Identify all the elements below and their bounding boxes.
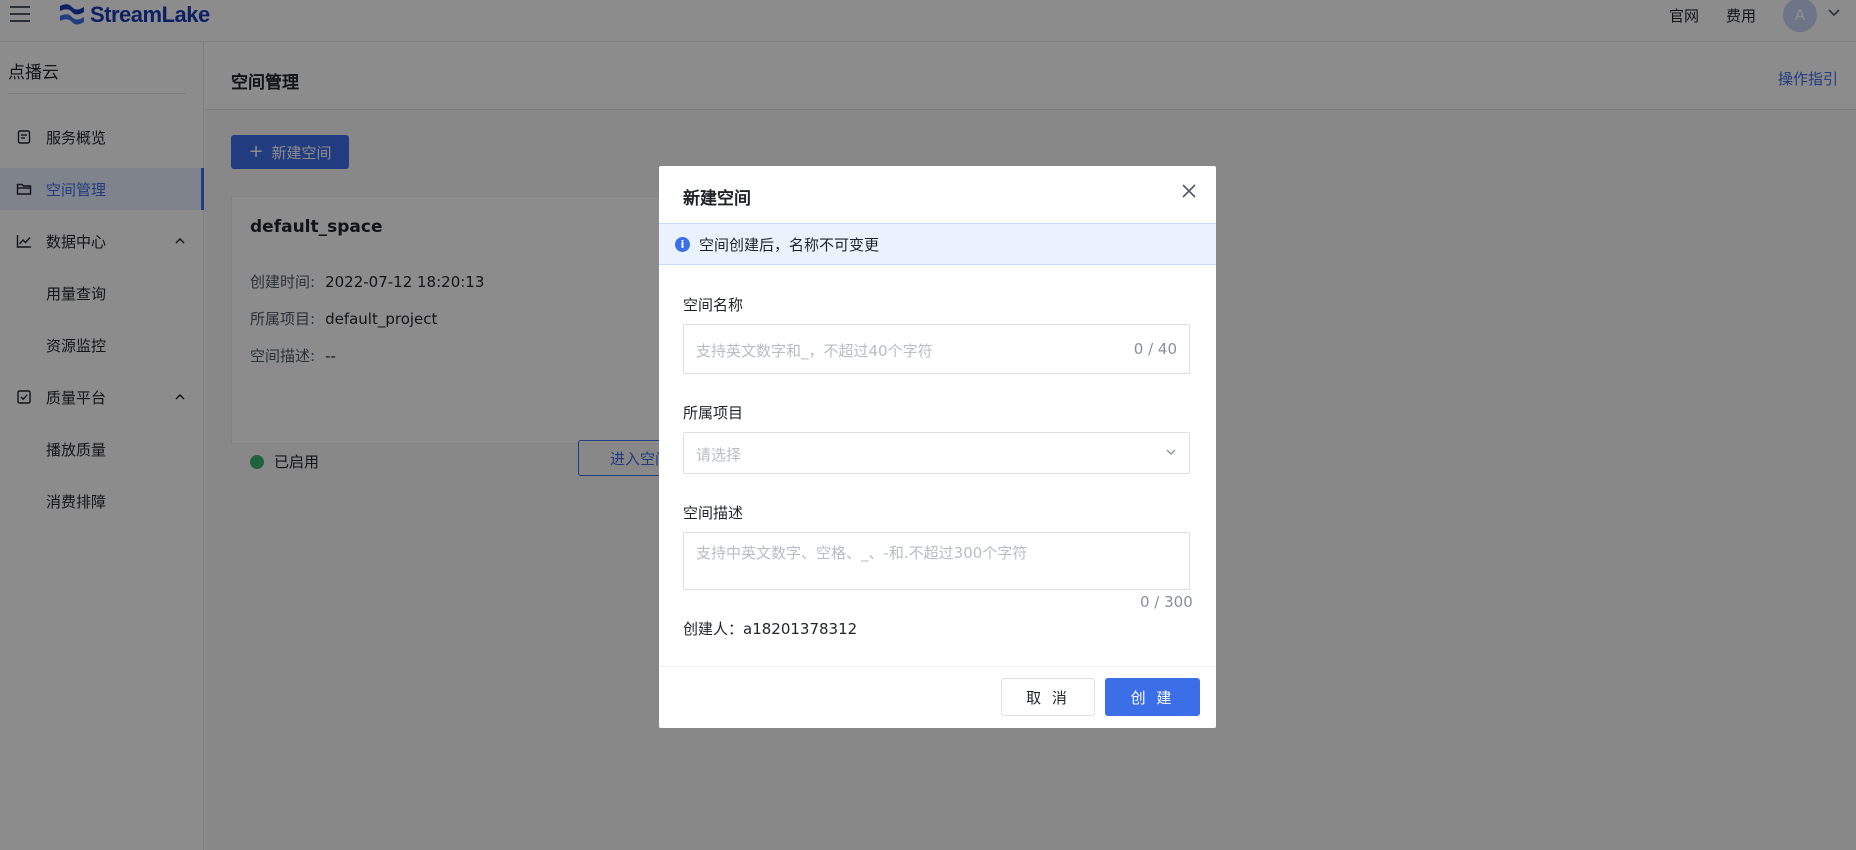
description-counter: 0 / 300 bbox=[1140, 593, 1193, 611]
description-placeholder: 支持中英文数字、空格、_、-和.不超过300个字符 bbox=[696, 544, 1028, 562]
creator-text: 创建人：a18201378312 bbox=[683, 620, 858, 638]
space-name-counter: 0 / 40 bbox=[1133, 340, 1177, 358]
cancel-button[interactable]: 取 消 bbox=[1001, 678, 1095, 716]
dialog-title: 新建空间 bbox=[683, 189, 751, 209]
project-label: 所属项目 bbox=[683, 404, 744, 422]
chevron-down-icon bbox=[1166, 449, 1176, 455]
dialog-footer-divider bbox=[659, 666, 1216, 667]
create-button[interactable]: 创 建 bbox=[1105, 678, 1200, 716]
info-icon: i bbox=[675, 236, 690, 252]
close-icon[interactable] bbox=[1180, 182, 1198, 200]
notice-bar: i 空间创建后，名称不可变更 bbox=[659, 223, 1216, 265]
project-select-placeholder: 请选择 bbox=[696, 446, 742, 464]
space-name-input[interactable]: 支持英文数字和_，不超过40个字符 0 / 40 bbox=[683, 324, 1190, 374]
new-space-dialog: 新建空间 i 空间创建后，名称不可变更 空间名称 支持英文数字和_，不超过40个… bbox=[659, 166, 1216, 728]
project-select[interactable]: 请选择 bbox=[683, 432, 1190, 474]
description-label: 空间描述 bbox=[683, 504, 744, 522]
notice-text: 空间创建后，名称不可变更 bbox=[699, 235, 880, 254]
space-name-placeholder: 支持英文数字和_，不超过40个字符 bbox=[696, 342, 933, 360]
description-textarea[interactable]: 支持中英文数字、空格、_、-和.不超过300个字符 bbox=[683, 532, 1190, 590]
space-name-label: 空间名称 bbox=[683, 296, 744, 314]
